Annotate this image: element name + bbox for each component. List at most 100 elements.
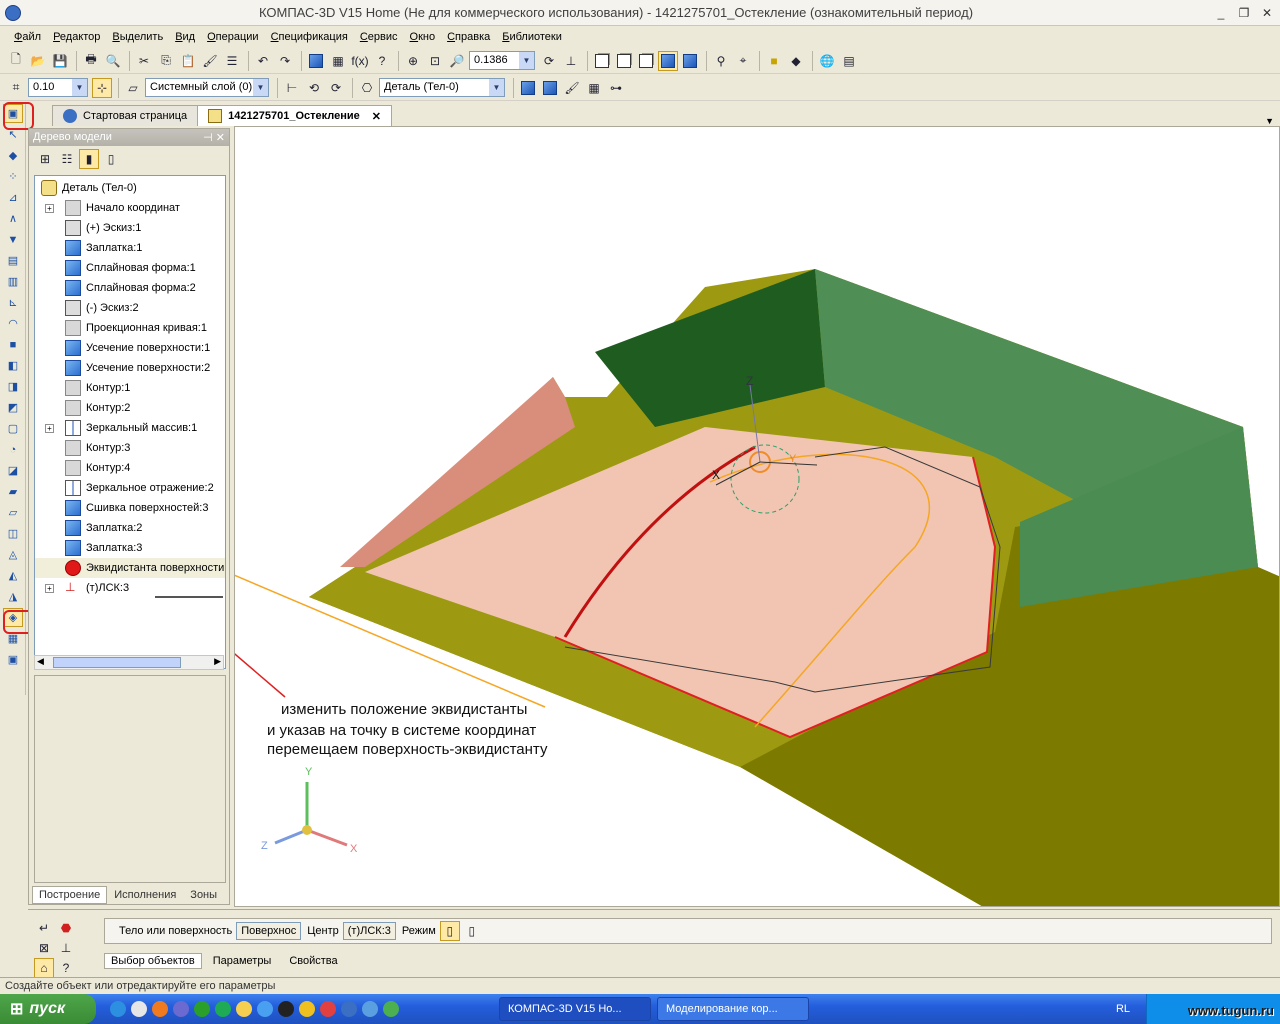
draft-icon[interactable]: ◬: [3, 545, 23, 564]
new-document-icon[interactable]: 🗋: [6, 51, 26, 71]
app-icon[interactable]: [278, 1001, 294, 1017]
shell-icon[interactable]: ▢: [3, 419, 23, 438]
tree-item[interactable]: Усечение поверхности:1: [35, 338, 225, 358]
menu-view[interactable]: Вид: [175, 31, 195, 43]
explorer-icon[interactable]: [257, 1001, 273, 1017]
tree-item[interactable]: Проекционная кривая:1: [35, 318, 225, 338]
tree-item[interactable]: Сплайновая форма:1: [35, 258, 225, 278]
close-icon[interactable]: ✕: [1257, 4, 1277, 22]
tree-item[interactable]: Заплатка:2: [35, 518, 225, 538]
3d-viewport[interactable]: Z X Y изменить положение эквидистанты и …: [234, 126, 1280, 907]
tree-list-icon[interactable]: ☷: [57, 149, 77, 169]
layers-icon[interactable]: ▱: [123, 78, 143, 98]
tree-item[interactable]: Контур:4: [35, 458, 225, 478]
orthogonal-mode-icon[interactable]: ⊹: [92, 77, 112, 98]
extrude-icon[interactable]: ■: [3, 335, 23, 354]
point-icon[interactable]: ◆: [3, 146, 23, 165]
redo2-icon[interactable]: ⟳: [326, 78, 346, 98]
help-pointer-icon[interactable]: ?: [372, 51, 392, 71]
tab-versions[interactable]: Исполнения: [107, 886, 183, 904]
tab-properties[interactable]: Свойства: [282, 953, 344, 969]
measure-tool-icon[interactable]: ⊿: [3, 188, 23, 207]
filter-icon[interactable]: ⚲: [711, 51, 731, 71]
format-brush-icon[interactable]: 🖌: [200, 51, 220, 71]
zoom-window-icon[interactable]: ⊡: [425, 51, 445, 71]
menu-select[interactable]: Выделить: [112, 31, 163, 43]
menu-specification[interactable]: Спецификация: [271, 31, 348, 43]
kompas-quick-icon[interactable]: [341, 1001, 357, 1017]
tree-item[interactable]: (+) Эскиз:1: [35, 218, 225, 238]
split-icon[interactable]: ◫: [3, 524, 23, 543]
grid-icon[interactable]: ▦: [584, 78, 604, 98]
leaf-icon[interactable]: [194, 1001, 210, 1017]
auto-create-icon[interactable]: ⌂: [34, 958, 54, 978]
copy-icon[interactable]: ⎘: [156, 51, 176, 71]
tree-item[interactable]: Заплатка:1: [35, 238, 225, 258]
close-tab-icon[interactable]: ✕: [372, 110, 381, 123]
shaded-icon[interactable]: [658, 50, 678, 71]
tool-icon[interactable]: [299, 1001, 315, 1017]
help-icon[interactable]: ?: [56, 958, 76, 978]
tree-hscroll[interactable]: ◀ ▶: [34, 655, 224, 670]
menu-edit[interactable]: Редактор: [53, 31, 100, 43]
filter-tool-icon[interactable]: ▼: [3, 230, 23, 249]
spec-icon[interactable]: ▤: [3, 251, 23, 270]
tab-document[interactable]: 1421275701_Остекление ✕: [197, 105, 392, 126]
tree-root[interactable]: Деталь (Тел-0): [35, 178, 225, 198]
preview-icon[interactable]: 🔍: [103, 51, 123, 71]
ie-icon[interactable]: [110, 1001, 126, 1017]
scroll-left-icon[interactable]: ◀: [37, 656, 44, 667]
layer-combo[interactable]: Системный слой (0): [145, 78, 269, 97]
snap-icon[interactable]: ⌖: [733, 51, 753, 71]
minimize-icon[interactable]: _: [1211, 4, 1231, 22]
loft-icon[interactable]: ◨: [3, 377, 23, 396]
tree-item[interactable]: Сплайновая форма:2: [35, 278, 225, 298]
part-combo[interactable]: Деталь (Тел-0): [379, 78, 505, 97]
tree-item[interactable]: Начало координат: [35, 198, 225, 218]
cut-icon[interactable]: ✂: [134, 51, 154, 71]
wireframe-icon[interactable]: [592, 51, 612, 71]
tab-zones[interactable]: Зоны: [183, 886, 224, 904]
brush-icon[interactable]: 🖌: [562, 78, 582, 98]
tree-item[interactable]: Зеркальный массив:1: [35, 418, 225, 438]
open-icon[interactable]: 📂: [28, 51, 48, 71]
opera-icon[interactable]: [320, 1001, 336, 1017]
undo-icon[interactable]: ↶: [253, 51, 273, 71]
body-surface-field[interactable]: Поверхнос: [236, 922, 302, 940]
folder-icon[interactable]: [236, 1001, 252, 1017]
measure-icon[interactable]: ⊶: [606, 78, 626, 98]
paste-icon[interactable]: 📋: [178, 51, 198, 71]
thin-lines-icon[interactable]: [636, 51, 656, 71]
tree-item[interactable]: (-) Эскиз:2: [35, 298, 225, 318]
tree-item[interactable]: ⊥ (т)ЛСК:3: [35, 578, 225, 598]
zoom-scale-icon[interactable]: 🔎: [447, 51, 467, 71]
properties-icon[interactable]: ☰: [222, 51, 242, 71]
tree-item[interactable]: Усечение поверхности:2: [35, 358, 225, 378]
manager-icon[interactable]: [306, 51, 326, 71]
menu-service[interactable]: Сервис: [360, 31, 398, 43]
tree-item[interactable]: Заплатка:3: [35, 538, 225, 558]
shaded-edges-icon[interactable]: [680, 51, 700, 71]
body-color-icon[interactable]: [518, 78, 538, 98]
language-indicator[interactable]: RL: [1116, 1003, 1130, 1015]
start-button[interactable]: ⊞ пуск: [0, 994, 96, 1024]
tree-options-icon[interactable]: ▯: [101, 149, 121, 169]
variables-icon[interactable]: ▦: [328, 51, 348, 71]
lcs-select-icon[interactable]: ⊥: [56, 938, 76, 958]
assembly-icon[interactable]: ▣: [3, 650, 23, 669]
surface-color-icon[interactable]: [540, 78, 560, 98]
save-icon[interactable]: 💾: [50, 51, 70, 71]
redo-icon[interactable]: ↷: [275, 51, 295, 71]
sheet-icon[interactable]: ◩: [3, 398, 23, 417]
menu-operations[interactable]: Операции: [207, 31, 258, 43]
restore-icon[interactable]: ❐: [1234, 4, 1254, 22]
part-icon[interactable]: ⎔: [357, 78, 377, 98]
task-kompas[interactable]: КОМПАС-3D V15 Ho...: [499, 997, 651, 1021]
network-icon[interactable]: 🌐: [817, 51, 837, 71]
tab-select-objects[interactable]: Выбор объектов: [104, 953, 202, 969]
menu-help[interactable]: Справка: [447, 31, 490, 43]
messenger-icon[interactable]: [173, 1001, 189, 1017]
menu-file[interactable]: Файл: [14, 31, 41, 43]
chrome-icon[interactable]: [383, 1001, 399, 1017]
lib-icon[interactable]: ◆: [786, 51, 806, 71]
